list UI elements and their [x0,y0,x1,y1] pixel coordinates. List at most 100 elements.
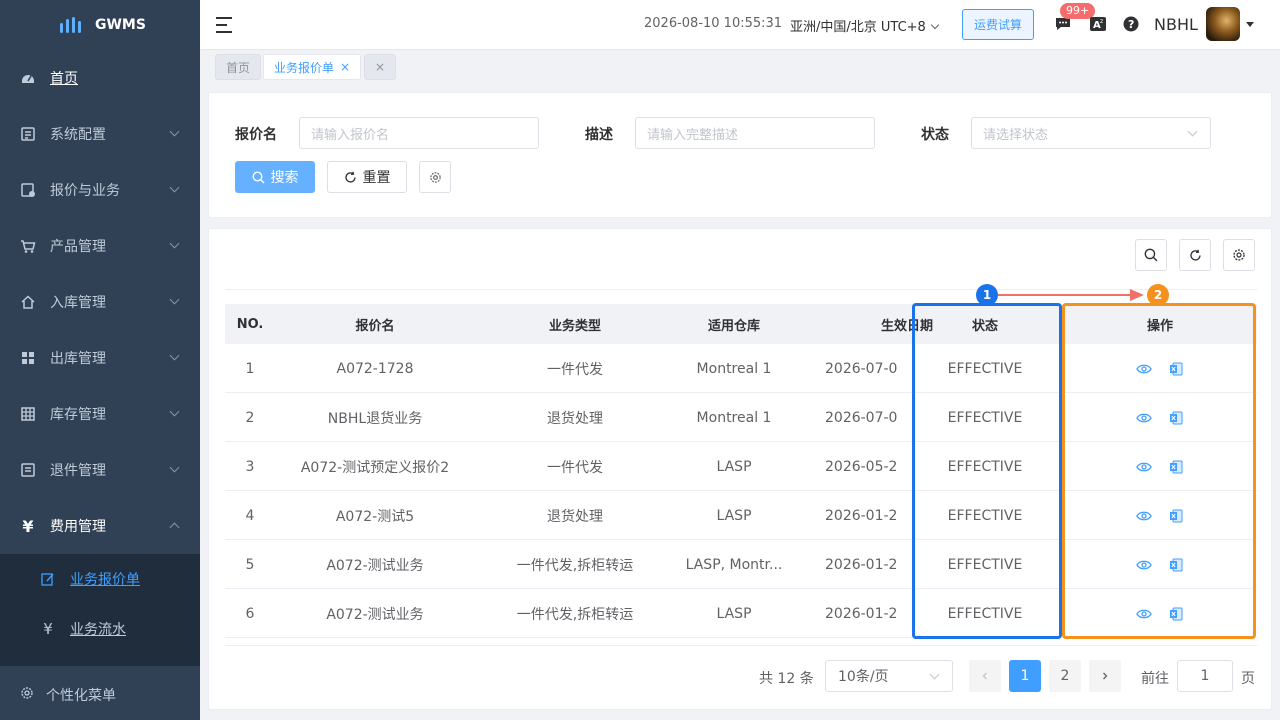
tag-business-quote[interactable]: 业务报价单 × [263,54,362,80]
view-eye-icon[interactable] [1136,459,1152,475]
chevron-down-icon [169,182,180,193]
close-icon: × [374,60,386,74]
personalize-menu[interactable]: 个性化菜单 [0,670,200,720]
column-header-type[interactable]: 业务类型 [475,304,675,344]
status-select-placeholder: 请选择状态 [983,127,1049,143]
table-row: 6 A072-测试业务 一件代发,拆柜转运 LASP 2026-01-2 EFFECTIV… [225,589,1257,638]
table-row: 1 A072-1728 一件代发 Montreal 1 2026-07-0 EFFECTI… [225,344,1257,393]
avatar[interactable] [1206,7,1240,41]
sidebar-subitem-label: 业务报价单 [70,572,140,588]
return-icon [20,462,36,478]
cell-type: 退货处理 [547,508,603,525]
status-label: 状态 [921,127,949,143]
cell-status: EFFECTIVE [947,360,1023,377]
timezone-selector[interactable]: 亚洲/中国/北京 UTC+8 [790,16,940,35]
table-header: NO. 报价名 业务类型 适用仓库 生效日期 状态 操作 [225,304,1257,344]
app-logo[interactable]: GWMS [0,0,200,50]
arrow-annotation [998,289,1144,301]
export-excel-icon[interactable] [1168,508,1184,524]
view-eye-icon[interactable] [1136,361,1152,377]
table-refresh-button[interactable] [1179,239,1211,271]
view-eye-icon[interactable] [1136,410,1152,426]
grid-icon [20,350,36,366]
view-eye-icon[interactable] [1136,557,1152,573]
cell-name: A072-1728 [336,360,414,377]
sidebar-item-inbound[interactable]: 入库管理 [0,274,200,330]
cell-date: 2026-01-2 [825,507,898,524]
help-icon[interactable]: ? [1122,15,1140,33]
menu-toggle-icon[interactable] [216,17,234,33]
search-panel [208,92,1272,218]
search-button[interactable]: 搜索 [235,161,315,193]
export-excel-icon[interactable] [1168,361,1184,377]
status-select[interactable]: 请选择状态 [971,117,1211,149]
goto-page-input[interactable]: 1 [1177,660,1233,692]
freight-estimate-button[interactable]: 运费试算 [962,9,1034,40]
search-settings-button[interactable] [419,161,451,193]
page-size-select[interactable]: 10条/页 [825,660,953,692]
cell-warehouse: Montreal 1 [696,409,772,426]
chevron-down-icon [169,238,180,249]
export-excel-icon[interactable] [1168,410,1184,426]
sidebar-item-home[interactable]: 首页 [0,50,200,106]
tag-home[interactable]: 首页 [215,54,262,80]
view-eye-icon[interactable] [1136,508,1152,524]
annotation-marker-2: 2 [1147,284,1169,306]
goto-label: 前往 [1141,671,1169,687]
cell-status: EFFECTIVE [947,556,1023,573]
page-size-value: 10条/页 [838,669,889,685]
yen-icon: ¥ [22,516,34,536]
cart-icon [20,238,36,254]
sidebar-subitem-business-quote[interactable]: 业务报价单 [0,554,200,604]
config-icon [20,126,36,142]
reset-button-label: 重置 [362,170,391,186]
column-header-no[interactable]: NO. [225,304,275,344]
sidebar-item-quote-business[interactable]: 报价与业务 [0,162,200,218]
export-excel-icon[interactable] [1168,557,1184,573]
page-button-2[interactable]: 2 [1049,660,1081,692]
column-header-actions[interactable]: 操作 [1063,304,1257,344]
sidebar-subitem-business-flow[interactable]: ¥ 业务流水 [0,604,200,654]
quote-icon [20,182,36,198]
cell-date: 2026-07-0 [825,409,898,426]
search-icon [251,170,264,183]
prev-page-button[interactable] [969,660,1001,692]
cell-warehouse: LASP [716,605,752,622]
timezone-label: 亚洲/中国/北京 UTC+8 [790,20,926,35]
sidebar-item-system-config[interactable]: 系统配置 [0,106,200,162]
reset-button[interactable]: 重置 [327,161,407,193]
column-header-name[interactable]: 报价名 [275,304,475,344]
cell-status: EFFECTIVE [947,409,1023,426]
cell-status: EFFECTIVE [947,507,1023,524]
cell-date: 2026-01-2 [825,605,898,622]
table-search-toggle-button[interactable] [1135,239,1167,271]
cell-date: 2026-07-0 [825,360,898,377]
close-icon[interactable]: × [340,60,350,74]
next-page-button[interactable] [1089,660,1121,692]
description-input[interactable]: 请输入完整描述 [635,117,875,149]
sidebar-item-label: 库存管理 [50,407,106,423]
table-columns-settings-button[interactable] [1223,239,1255,271]
chevron-down-icon [929,669,940,680]
cell-type: 退货处理 [547,410,603,427]
view-eye-icon[interactable] [1136,606,1152,622]
export-excel-icon[interactable] [1168,459,1184,475]
column-header-status[interactable]: 状态 [915,304,1055,344]
sidebar-item-label: 产品管理 [50,239,106,255]
caret-down-icon[interactable] [1246,22,1254,27]
gear-icon [20,686,34,704]
column-header-warehouse[interactable]: 适用仓库 [675,304,793,344]
sidebar-item-fees[interactable]: ¥ 费用管理 [0,498,200,554]
quote-name-input[interactable]: 请输入报价名 [299,117,539,149]
sidebar-item-inventory[interactable]: 库存管理 [0,386,200,442]
cell-status: EFFECTIVE [947,605,1023,622]
sidebar-item-product[interactable]: 产品管理 [0,218,200,274]
close-all-tags-button[interactable]: × [364,54,396,80]
chevron-left-icon [982,672,987,680]
export-excel-icon[interactable] [1168,606,1184,622]
username[interactable]: NBHL [1154,15,1198,34]
sidebar-item-returns[interactable]: 退件管理 [0,442,200,498]
translate-icon[interactable]: Az [1089,15,1107,33]
page-button-1[interactable]: 1 [1009,660,1041,692]
sidebar-item-outbound[interactable]: 出库管理 [0,330,200,386]
